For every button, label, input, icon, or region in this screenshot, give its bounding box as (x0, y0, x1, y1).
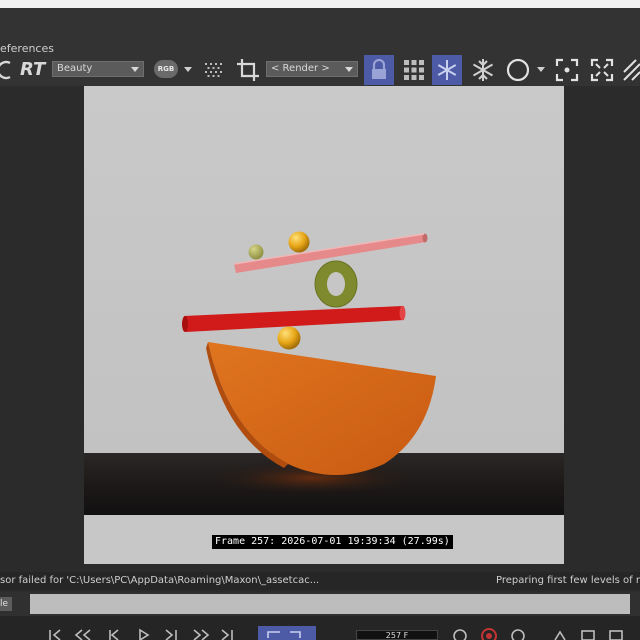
progress-bar (30, 594, 630, 614)
status-message: sor failed for 'C:\Users\PC\AppData\Roam… (0, 575, 320, 586)
render-viewport[interactable] (84, 86, 564, 564)
next-frame-icon[interactable] (165, 629, 177, 640)
chevron-down-icon[interactable] (537, 67, 545, 72)
progress-row: le (0, 592, 640, 616)
status-bar: sor failed for 'C:\Users\PC\AppData\Roam… (0, 572, 640, 590)
timeline-bar (0, 616, 640, 640)
yellow-sphere-bottom (277, 326, 301, 350)
snowflake-alt-icon[interactable] (468, 55, 498, 85)
last-frame-icon[interactable] (221, 629, 233, 640)
freeze-button[interactable] (432, 55, 462, 85)
left-panel (0, 86, 84, 564)
render-select-value: < Render > (271, 63, 330, 74)
circle-icon[interactable] (504, 55, 532, 85)
prev-key-icon[interactable] (74, 629, 91, 640)
pass-select-value: Beauty (57, 63, 93, 74)
pattern-icon[interactable] (622, 55, 640, 85)
prev-frame-icon[interactable] (109, 629, 119, 640)
pass-select[interactable]: Beauty (52, 61, 144, 77)
frame-stamp: Frame 257: 2026-07-01 19:39:34 (27.99s) (212, 535, 453, 549)
chevron-down-icon (345, 67, 353, 72)
chevron-down-icon (131, 67, 139, 72)
title-bar: eferences (0, 8, 640, 55)
yellow-sphere-top (288, 231, 310, 253)
next-key-icon[interactable] (193, 629, 210, 640)
loop-toggle[interactable] (258, 626, 316, 640)
dither-grid-icon[interactable] (202, 56, 226, 86)
rt-label: RT (20, 59, 46, 80)
snowflake-icon (432, 55, 462, 85)
record-icon[interactable] (481, 628, 497, 640)
grid-icon[interactable] (400, 55, 428, 85)
autokey-icon[interactable] (511, 629, 525, 640)
up-icon[interactable] (554, 630, 566, 640)
olive-sphere-small (248, 244, 264, 260)
keyframe-icon[interactable] (453, 629, 467, 640)
crop-icon[interactable] (234, 55, 262, 85)
focus-icon[interactable] (553, 55, 581, 85)
play-icon[interactable] (139, 628, 150, 640)
render-image (84, 86, 564, 564)
frame-field[interactable]: 257 F (356, 630, 438, 640)
window-icon[interactable] (581, 630, 595, 640)
render-select[interactable]: < Render > (266, 61, 358, 77)
lock-button[interactable] (364, 55, 394, 85)
panel-icon[interactable] (609, 630, 623, 640)
expand-icon[interactable] (588, 55, 616, 85)
render-progress-message: Preparing first few levels of r (496, 575, 640, 586)
rgb-channel-button[interactable]: RGB (154, 60, 178, 78)
progress-label: le (0, 597, 12, 611)
top-edge (0, 0, 640, 8)
right-panel (564, 86, 640, 564)
lock-icon (364, 55, 394, 85)
chevron-down-icon[interactable] (184, 67, 192, 72)
first-frame-icon[interactable] (49, 629, 61, 640)
olive-torus (314, 260, 358, 308)
refresh-icon[interactable] (0, 55, 14, 85)
